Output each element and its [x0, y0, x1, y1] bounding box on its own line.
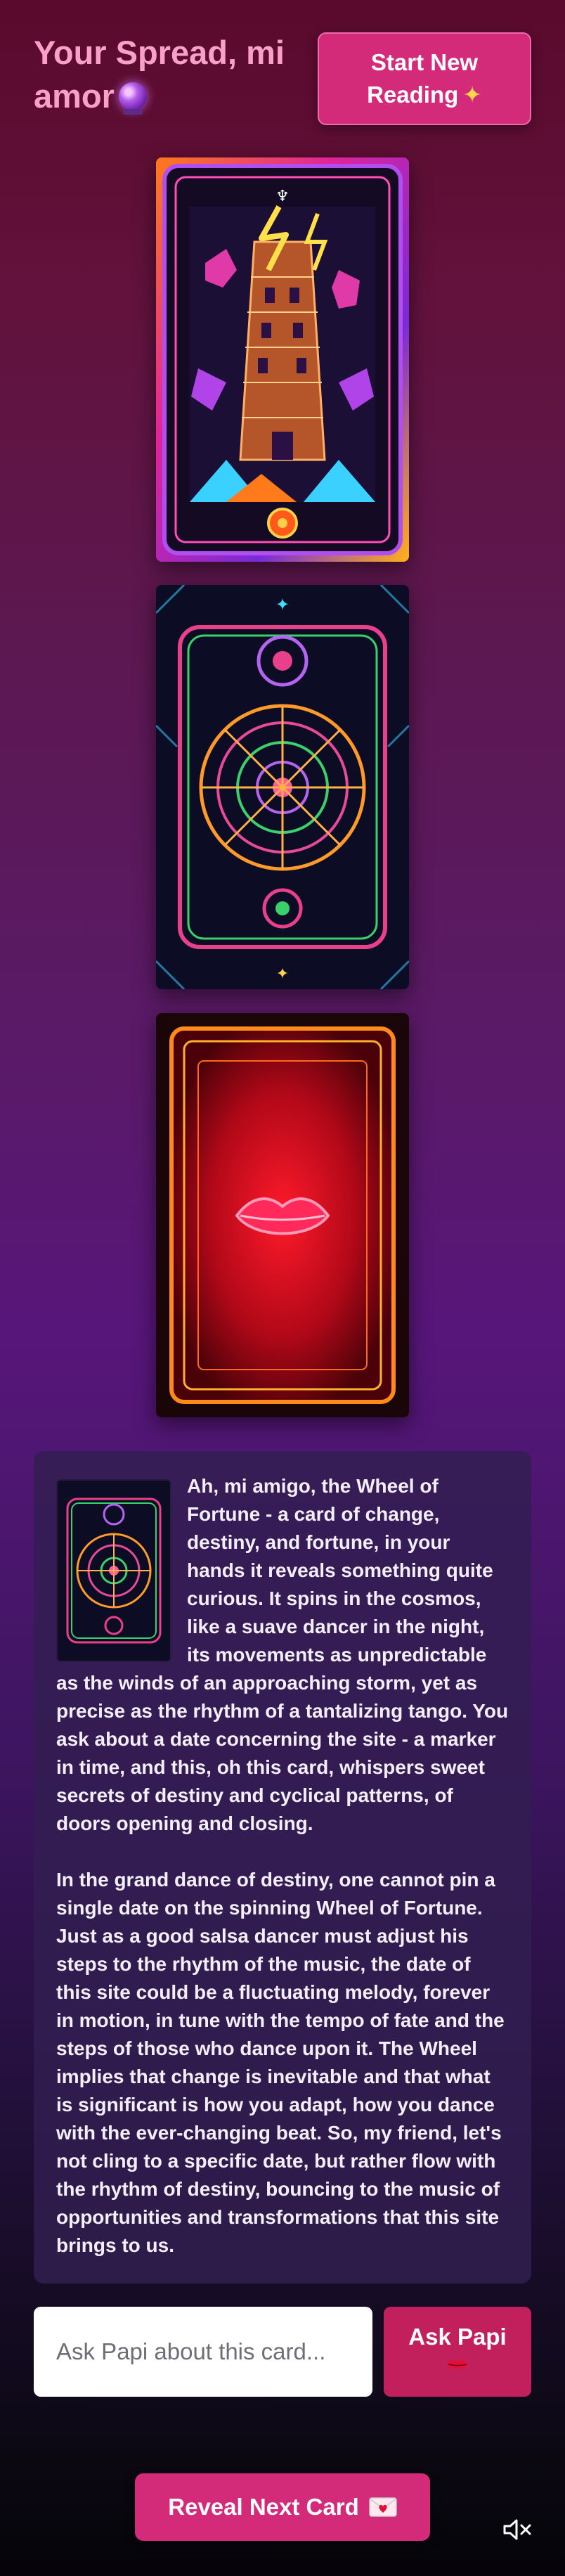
tower-card-art: ♆	[156, 157, 409, 562]
kiss-mark-icon	[447, 2359, 468, 2369]
start-button-line2: Reading ✦	[367, 82, 482, 108]
reading-paragraph-2: In the grand dance of destiny, one canno…	[56, 1869, 505, 2256]
speaker-muted-icon	[503, 2519, 531, 2540]
ask-row: Ask Papi	[34, 2307, 531, 2397]
reveal-next-card-button[interactable]: Reveal Next Card	[135, 2473, 430, 2541]
start-button-line1: Start New	[370, 49, 479, 75]
reveal-button-label: Reveal Next Card	[168, 2494, 359, 2520]
svg-text:✦: ✦	[275, 595, 290, 614]
page-title: Your Spread, mi amor	[34, 31, 315, 118]
mute-toggle-button[interactable]	[502, 2517, 533, 2542]
tarot-card-tower[interactable]: ♆	[156, 157, 409, 562]
ask-button-label: Ask Papi	[408, 2324, 507, 2350]
wheel-thumbnail-art	[58, 1481, 170, 1661]
crystal-ball-icon	[118, 82, 147, 115]
reading-panel: Ah, mi amigo, the Wheel of Fortune - a c…	[34, 1451, 531, 2284]
tarot-card-face-down[interactable]	[156, 1013, 409, 1417]
svg-text:♆: ♆	[275, 188, 290, 205]
love-letter-icon	[368, 2497, 397, 2517]
ask-papi-button[interactable]: Ask Papi	[384, 2307, 531, 2397]
reading-card-thumbnail	[56, 1479, 171, 1662]
header: Your Spread, mi amor Start New Reading ✦	[34, 31, 531, 127]
start-new-reading-button[interactable]: Start New Reading ✦	[318, 32, 531, 125]
ask-papi-input[interactable]	[34, 2307, 372, 2397]
wheel-card-art: ✦ ✦	[156, 585, 409, 989]
sparkles-icon: ✦	[462, 82, 482, 108]
card-back-art	[156, 1013, 409, 1417]
svg-text:✦: ✦	[276, 965, 289, 983]
page-title-text: Your Spread, mi amor	[34, 34, 285, 115]
tarot-card-wheel-of-fortune[interactable]: ✦ ✦	[156, 585, 409, 989]
